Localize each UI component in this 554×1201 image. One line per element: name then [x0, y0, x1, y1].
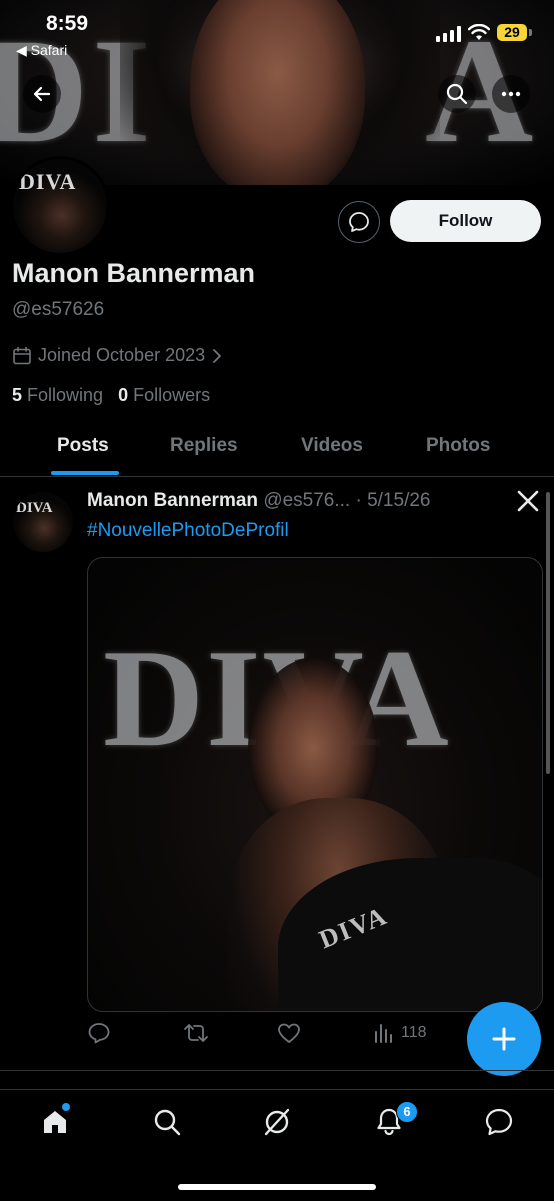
- message-bubble-icon: [349, 212, 369, 232]
- back-arrow-icon: [33, 86, 51, 102]
- calendar-icon: [13, 346, 31, 364]
- profile-name: Manon Bannerman: [12, 258, 256, 288]
- following-count: 5: [12, 385, 23, 405]
- more-button[interactable]: [492, 75, 530, 113]
- post-author-avatar[interactable]: DIVA: [13, 492, 73, 552]
- back-button[interactable]: [23, 75, 61, 113]
- status-time: 8:59: [46, 12, 89, 35]
- x-logo-icon: [517, 490, 539, 512]
- post-avatar-logo-text: DIVA: [16, 500, 53, 516]
- feed-divider: [0, 1070, 554, 1071]
- battery-level: 29: [497, 24, 527, 41]
- like-button[interactable]: [277, 1022, 301, 1044]
- repost-button[interactable]: [183, 1022, 209, 1044]
- follow-stats: 5 Following 0 Followers: [12, 385, 210, 406]
- post-actions: 118: [87, 1022, 467, 1052]
- status-bar: 8:59 ◀ Safari 29: [0, 0, 554, 60]
- chevron-right-icon: [213, 348, 222, 363]
- post-author-name[interactable]: Manon Bannerman: [87, 490, 258, 511]
- reply-button[interactable]: [87, 1022, 111, 1044]
- wifi-icon: [468, 24, 490, 40]
- more-dots-icon: [501, 91, 521, 97]
- profile-tabs: Posts Replies Videos Photos: [0, 420, 554, 477]
- grok-icon[interactable]: [262, 1107, 292, 1137]
- scrollbar-thumb[interactable]: [546, 492, 550, 774]
- views-count: 118: [401, 1024, 427, 1041]
- search-button[interactable]: [438, 75, 476, 113]
- post-meta: @es576... · 5/15/26: [263, 490, 431, 511]
- following-label: Following: [27, 385, 104, 405]
- views-chart-icon: [375, 1024, 392, 1043]
- signal-icon: [436, 26, 461, 42]
- post-header: Manon Bannerman @es576... · 5/15/26: [87, 490, 430, 512]
- message-button[interactable]: [338, 201, 380, 243]
- followers-label: Followers: [133, 385, 211, 405]
- back-to-safari[interactable]: ◀ Safari: [16, 42, 67, 59]
- heart-icon: [278, 1023, 300, 1043]
- followers-count: 0: [118, 385, 129, 405]
- tab-replies[interactable]: Replies: [170, 435, 238, 457]
- joined-date[interactable]: Joined October 2023: [12, 345, 223, 366]
- tab-videos[interactable]: Videos: [301, 435, 363, 457]
- following-link[interactable]: 5 Following: [12, 385, 103, 405]
- home-indicator: [178, 1184, 376, 1190]
- profile-handle: @es57626: [12, 299, 105, 320]
- notification-count-badge: 6: [396, 1101, 418, 1123]
- followers-link[interactable]: 0 Followers: [118, 385, 210, 405]
- tab-photos[interactable]: Photos: [426, 435, 490, 457]
- active-tab-indicator: [51, 471, 119, 475]
- explore-search-icon[interactable]: [152, 1107, 182, 1137]
- plus-icon: [492, 1027, 516, 1051]
- repost-icon: [184, 1024, 208, 1042]
- home-unread-dot: [62, 1103, 70, 1111]
- post-media-image[interactable]: DIVA DIVA: [87, 557, 543, 1012]
- profile-avatar[interactable]: DIVA: [10, 156, 110, 256]
- battery-tip: [529, 29, 532, 36]
- messages-icon[interactable]: [484, 1107, 514, 1137]
- search-icon: [446, 83, 468, 105]
- tab-posts[interactable]: Posts: [57, 435, 109, 457]
- joined-text: Joined October 2023: [38, 345, 206, 365]
- home-icon[interactable]: [40, 1107, 70, 1137]
- post-hashtag[interactable]: #NouvellePhotoDeProfil: [87, 520, 289, 542]
- compose-post-button[interactable]: [467, 1002, 541, 1076]
- views-button[interactable]: 118: [373, 1022, 427, 1044]
- reply-icon: [88, 1023, 110, 1044]
- follow-button[interactable]: Follow: [390, 200, 541, 242]
- avatar-logo-text: DIVA: [19, 169, 77, 194]
